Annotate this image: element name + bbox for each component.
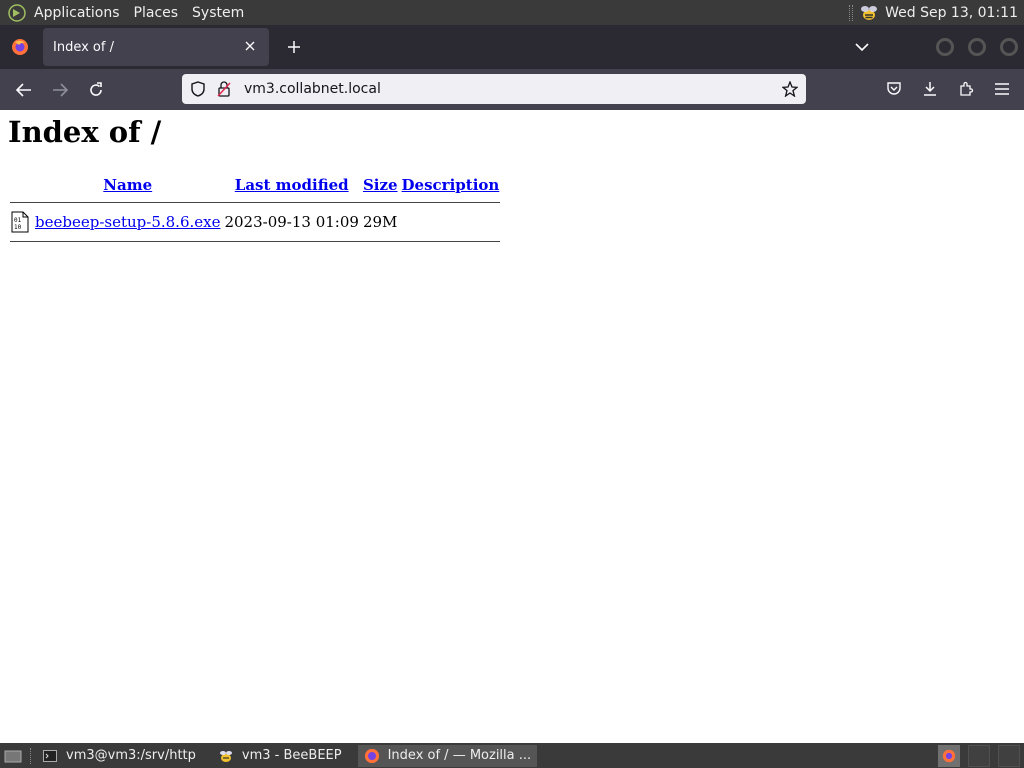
show-desktop-icon[interactable]: [2, 746, 24, 766]
task-beebeep[interactable]: vm3 - BeeBEEP: [212, 745, 348, 767]
downloads-icon[interactable]: [914, 73, 946, 105]
bookmark-star-icon[interactable]: [780, 79, 800, 99]
forward-button[interactable]: [44, 74, 76, 106]
sort-by-name-link[interactable]: Name: [103, 176, 152, 194]
last-modified-cell: 2023-09-13 01:09: [224, 213, 359, 231]
firefox-icon: [364, 748, 380, 764]
divider: [10, 241, 501, 242]
separator-row: [10, 237, 501, 246]
firefox-icon: [0, 25, 40, 69]
file-link[interactable]: beebeep-setup-5.8.6.exe: [35, 213, 220, 231]
page-content: Index of / Name Last modified Size Descr…: [0, 110, 1024, 743]
tray-handle[interactable]: [849, 4, 854, 21]
file-name-cell: beebeep-setup-5.8.6.exe: [34, 209, 221, 235]
system-menu[interactable]: System: [192, 5, 244, 21]
page-title: Index of /: [8, 115, 162, 149]
pocket-icon[interactable]: [878, 73, 910, 105]
table-row: 01 10 beebeep-setup-5.8.6.exe 2023-09-13 …: [10, 209, 500, 235]
close-tab-icon[interactable]: [241, 37, 259, 55]
tab-index-of[interactable]: Index of /: [43, 28, 269, 66]
task-terminal[interactable]: vm3@vm3:/srv/http: [36, 745, 202, 767]
tab-title: Index of /: [53, 39, 114, 55]
divider: [10, 202, 501, 203]
url-bar[interactable]: vm3.collabnet.local: [182, 74, 806, 104]
top-panel: Applications Places System Wed Sep 13, 0…: [0, 0, 1024, 25]
places-menu[interactable]: Places: [134, 5, 179, 21]
icon-column-header: [10, 174, 32, 196]
taskbar-handle[interactable]: [30, 747, 34, 764]
sort-by-size-link[interactable]: Size: [363, 176, 398, 194]
reload-button[interactable]: [80, 74, 112, 106]
insecure-lock-icon[interactable]: [214, 79, 234, 99]
bee-icon: [218, 748, 234, 764]
svg-text:01: 01: [14, 217, 22, 224]
task-label: vm3@vm3:/srv/http: [66, 748, 196, 763]
new-tab-button[interactable]: [281, 34, 307, 60]
maximize-window-button[interactable]: [968, 38, 986, 56]
task-label: Index of / — Mozilla ...: [387, 748, 532, 763]
directory-listing-table: Name Last modified Size Description 01 10…: [8, 172, 502, 248]
workspace-2[interactable]: [968, 744, 990, 767]
svg-text:10: 10: [14, 224, 22, 231]
navigation-toolbar: vm3.collabnet.local: [0, 69, 1024, 110]
task-firefox[interactable]: Index of / — Mozilla ...: [357, 744, 538, 767]
url-text[interactable]: vm3.collabnet.local: [244, 81, 381, 97]
column-header-description[interactable]: Description: [401, 174, 501, 196]
shield-icon[interactable]: [188, 79, 208, 99]
tab-strip: Index of /: [0, 25, 1024, 69]
terminal-icon: [42, 748, 58, 764]
workspace-1[interactable]: [938, 744, 960, 767]
column-header-last-modified[interactable]: Last modified: [223, 174, 359, 196]
description-cell: [401, 209, 501, 235]
table-header-row: Name Last modified Size Description: [10, 174, 500, 196]
bottom-taskbar: vm3@vm3:/srv/http vm3 - BeeBEEP Index of…: [0, 743, 1024, 768]
workspace-3[interactable]: [998, 744, 1020, 767]
list-all-tabs-button[interactable]: [848, 33, 876, 61]
separator-row: [10, 198, 501, 207]
distro-logo-icon[interactable]: [6, 2, 28, 24]
clock[interactable]: Wed Sep 13, 01:11: [885, 5, 1018, 21]
task-label: vm3 - BeeBEEP: [241, 748, 342, 763]
bee-tray-icon[interactable]: [859, 3, 879, 23]
sort-by-last-modified-link[interactable]: Last modified: [235, 176, 349, 194]
column-header-name[interactable]: Name: [34, 174, 221, 196]
size-cell: 29M: [362, 213, 398, 231]
app-menu-icon[interactable]: [986, 73, 1018, 105]
extensions-icon[interactable]: [950, 73, 982, 105]
column-header-size[interactable]: Size: [362, 174, 399, 196]
file-icon-cell: 01 10: [10, 209, 32, 235]
sort-by-description-link[interactable]: Description: [402, 176, 500, 194]
minimize-window-button[interactable]: [936, 38, 954, 56]
applications-menu[interactable]: Applications: [34, 5, 120, 21]
binary-file-icon: 01 10: [11, 211, 31, 233]
close-window-button[interactable]: [1000, 38, 1018, 56]
back-button[interactable]: [8, 74, 40, 106]
